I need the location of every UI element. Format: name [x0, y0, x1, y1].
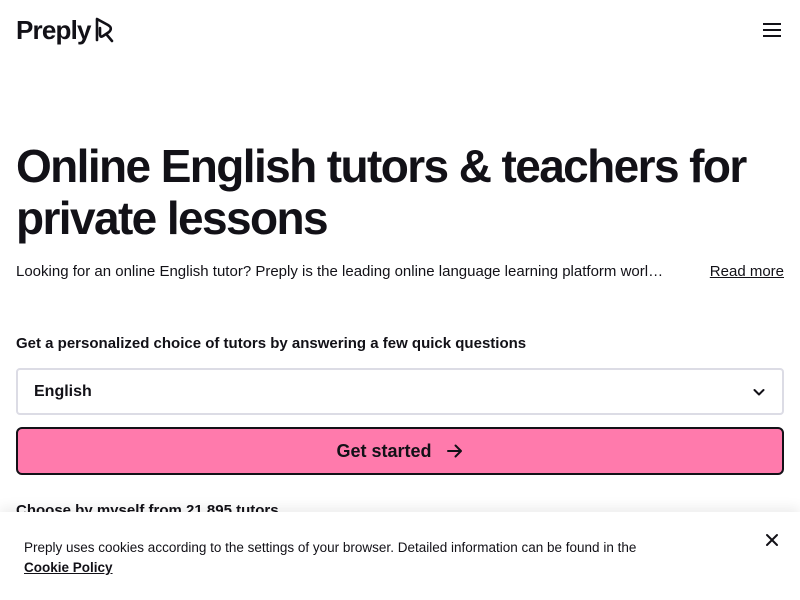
- chevron-down-icon: [753, 388, 765, 395]
- intro-text: Looking for an online English tutor? Pre…: [16, 263, 671, 280]
- language-select[interactable]: English: [16, 368, 784, 415]
- get-started-label: Get started: [336, 440, 432, 461]
- arrow-right-icon: [446, 444, 462, 458]
- cookie-banner: Preply uses cookies according to the set…: [0, 512, 800, 600]
- intro-row: Looking for an online English tutor? Pre…: [16, 262, 784, 282]
- cookie-text-block: Preply uses cookies according to the set…: [24, 538, 724, 578]
- site-header: Preply: [0, 0, 800, 60]
- close-icon[interactable]: [764, 532, 780, 548]
- preply-mark-icon: [95, 17, 113, 43]
- read-more-link[interactable]: Read more: [710, 262, 784, 282]
- finder-question: Get a personalized choice of tutors by a…: [16, 335, 527, 352]
- logo-text: Preply: [16, 15, 91, 45]
- language-select-value: English: [34, 382, 92, 400]
- cookie-policy-link[interactable]: Cookie Policy: [24, 560, 113, 575]
- get-started-button[interactable]: Get started: [16, 427, 784, 475]
- page-title: Online English tutors & teachers for pri…: [16, 140, 747, 244]
- hamburger-menu-icon[interactable]: [760, 20, 784, 40]
- preply-logo[interactable]: Preply: [16, 16, 116, 44]
- cookie-text: Preply uses cookies according to the set…: [24, 540, 637, 555]
